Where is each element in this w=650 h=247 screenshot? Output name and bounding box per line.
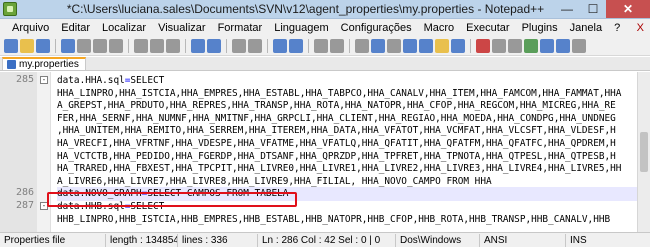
toolbar-separator: [185, 38, 186, 53]
close-button[interactable]: ✕: [606, 0, 650, 18]
toolbar-separator: [349, 38, 350, 53]
menu-plugins[interactable]: Plugins: [516, 22, 564, 34]
window-controls: — ☐ ✕: [554, 0, 650, 19]
indent-guide-icon[interactable]: [387, 38, 401, 53]
replace-icon[interactable]: [248, 38, 262, 53]
menu-janela[interactable]: Janela: [564, 22, 608, 34]
menu-formatar[interactable]: Formatar: [212, 22, 269, 34]
status-bar: Properties file length : 134854 lines : …: [0, 232, 650, 247]
status-lines: lines : 336: [178, 233, 258, 247]
toolbar-separator: [226, 38, 227, 53]
spell-check-icon[interactable]: [556, 38, 570, 53]
menu-editar[interactable]: Editar: [55, 22, 96, 34]
status-insert-mode: INS: [570, 234, 587, 246]
menu-help[interactable]: ?: [608, 22, 626, 34]
menu-linguagem[interactable]: Linguagem: [268, 22, 334, 34]
folder-icon[interactable]: [435, 38, 449, 53]
window-title: *C:\Users\luciana.sales\Documents\SVN\v1…: [66, 2, 545, 16]
run-macro-icon[interactable]: [524, 38, 538, 53]
toolbar-separator: [470, 38, 471, 53]
notepad-plus-plus-icon: [3, 2, 17, 16]
toolbar: [0, 36, 650, 56]
editor-area[interactable]: -- data.HHA.sql=SELECT HHA_LINPRO,HHA_IST…: [0, 72, 650, 232]
close-document-button[interactable]: X: [637, 22, 644, 34]
show-all-chars-icon[interactable]: [371, 38, 385, 53]
print-icon[interactable]: [109, 38, 123, 53]
undo-icon[interactable]: [191, 38, 205, 53]
property-value: SELECT: [130, 75, 165, 86]
modified-disk-icon: [7, 60, 16, 69]
line-number: 285: [15, 74, 34, 85]
code-line[interactable]: HHB_LINPRO,HHB_ISTCIA,HHB_EMPRES,HHB_EST…: [57, 213, 637, 227]
toolbar-separator: [308, 38, 309, 53]
toolbar-separator: [267, 38, 268, 53]
menu-arquivo[interactable]: Arquivo: [6, 22, 55, 34]
monitor-icon[interactable]: [451, 38, 465, 53]
zoom-in-icon[interactable]: [273, 38, 287, 53]
abc-icon[interactable]: [572, 38, 586, 53]
open-file-icon[interactable]: [20, 38, 34, 53]
annotation-highlight-box: [47, 192, 297, 207]
status-file-type: Properties file: [0, 233, 106, 247]
line-number: 286: [15, 187, 34, 199]
property-key: data.HHA.sql: [57, 75, 125, 86]
maximize-button[interactable]: ☐: [580, 0, 606, 18]
tab-bar: my.properties: [0, 57, 650, 71]
minimize-button[interactable]: —: [554, 0, 580, 18]
tab-label: my.properties: [19, 59, 79, 70]
word-wrap-icon[interactable]: [355, 38, 369, 53]
paste-icon[interactable]: [166, 38, 180, 53]
stop-macro-icon[interactable]: [492, 38, 506, 53]
find-icon[interactable]: [232, 38, 246, 53]
copy-icon[interactable]: [150, 38, 164, 53]
new-file-icon[interactable]: [4, 38, 18, 53]
record-macro-icon[interactable]: [476, 38, 490, 53]
status-eol: Dos\Windows: [396, 233, 480, 247]
redo-icon[interactable]: [207, 38, 221, 53]
toolbar-separator: [55, 38, 56, 53]
close-all-icon[interactable]: [93, 38, 107, 53]
sync-h-icon[interactable]: [330, 38, 344, 53]
doc-map-icon[interactable]: [403, 38, 417, 53]
save-all-icon[interactable]: [61, 38, 75, 53]
tab-my-properties[interactable]: my.properties: [2, 57, 86, 70]
close-file-icon[interactable]: [77, 38, 91, 53]
menu-executar[interactable]: Executar: [460, 22, 515, 34]
menu-visualizar[interactable]: Visualizar: [152, 22, 212, 34]
save-macro-icon[interactable]: [540, 38, 554, 53]
fold-margin: --: [37, 72, 51, 232]
status-position: Ln : 286 Col : 42 Sel : 0 | 0: [258, 233, 396, 247]
menu-bar: Arquivo Editar Localizar Visualizar Form…: [0, 19, 650, 36]
menu-localizar[interactable]: Localizar: [96, 22, 152, 34]
line-number: 287: [15, 200, 34, 211]
save-icon[interactable]: [36, 38, 50, 53]
menu-configuracoes[interactable]: Configurações: [335, 22, 418, 34]
status-encoding: ANSI: [480, 233, 566, 247]
zoom-out-icon[interactable]: [289, 38, 303, 53]
toolbar-separator: [128, 38, 129, 53]
vertical-scrollbar[interactable]: [637, 72, 650, 232]
title-bar: *C:\Users\luciana.sales\Documents\SVN\v1…: [0, 0, 650, 19]
menu-macro[interactable]: Macro: [418, 22, 461, 34]
play-macro-icon[interactable]: [508, 38, 522, 53]
fold-toggle[interactable]: -: [40, 76, 48, 84]
cut-icon[interactable]: [134, 38, 148, 53]
sync-v-icon[interactable]: [314, 38, 328, 53]
status-length: length : 134854: [106, 233, 178, 247]
function-list-icon[interactable]: [419, 38, 433, 53]
scrollbar-thumb[interactable]: [640, 132, 648, 172]
